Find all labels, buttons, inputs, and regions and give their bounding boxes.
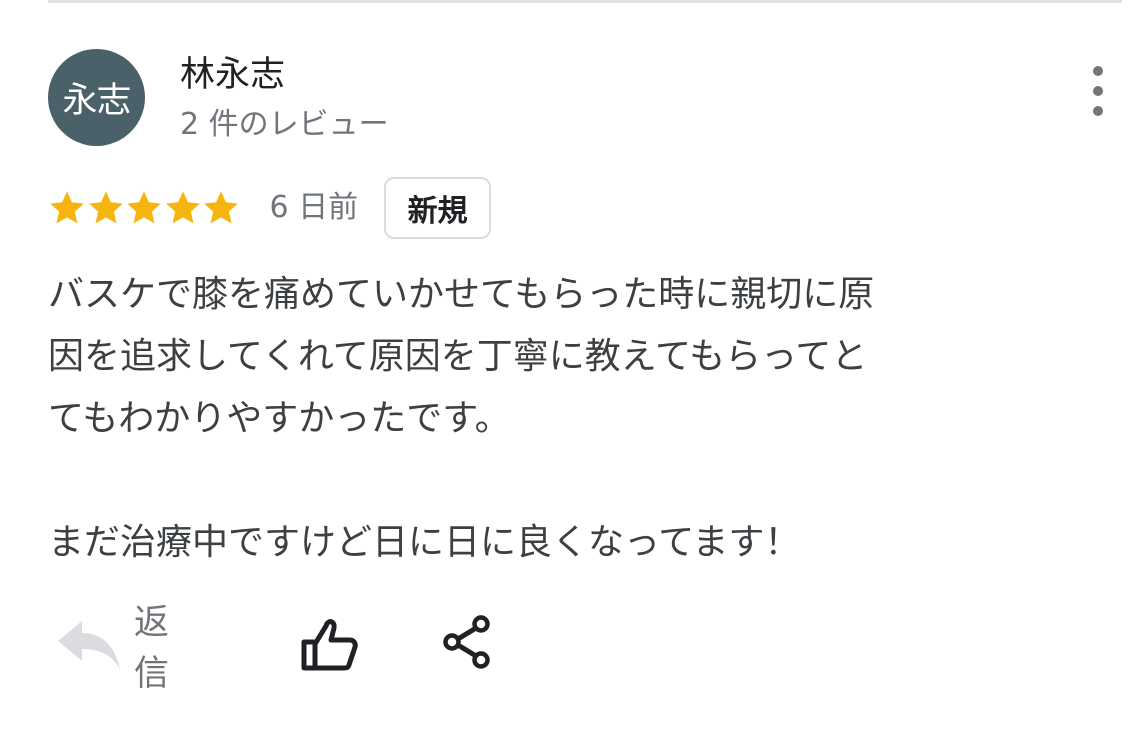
new-badge: 新規 [384,177,492,239]
star-rating [48,176,241,240]
reply-button[interactable]: 返信 [48,603,169,694]
more-options-button[interactable] [1082,66,1114,116]
review-text: バスケで膝を痛めていかせてもらった時に親切に原 因を追求してくれて原因を丁寧に教… [48,274,875,563]
review-card: 永志 林永志 2 件のレビュー 6 日前 新規 バスケで膝を痛めていかせてもらっ… [0,0,1144,733]
star-icon [50,191,84,224]
more-vertical-icon [1093,66,1103,76]
share-icon [440,613,496,671]
review-age: 6 日前 [269,190,359,225]
star-icon [88,191,123,224]
reviewer-name[interactable]: 林永志 [180,53,285,97]
avatar[interactable]: 永志 [48,49,145,146]
more-vertical-icon-dot [1093,86,1103,96]
more-vertical-icon-dot [1093,106,1103,116]
avatar-initials: 永志 [62,81,131,121]
like-button[interactable] [300,615,360,675]
star-icon [204,191,238,224]
rating-row: 6 日前 新規 [48,176,492,240]
share-button[interactable] [440,613,496,671]
thumbs-up-icon [300,615,360,675]
reply-arrow-icon [56,619,122,671]
star-icon [127,191,161,224]
reviewer-review-count: 2 件のレビュー [180,107,389,142]
top-divider [48,0,1122,3]
star-icon [165,191,200,224]
reply-label: 返信 [134,603,170,694]
